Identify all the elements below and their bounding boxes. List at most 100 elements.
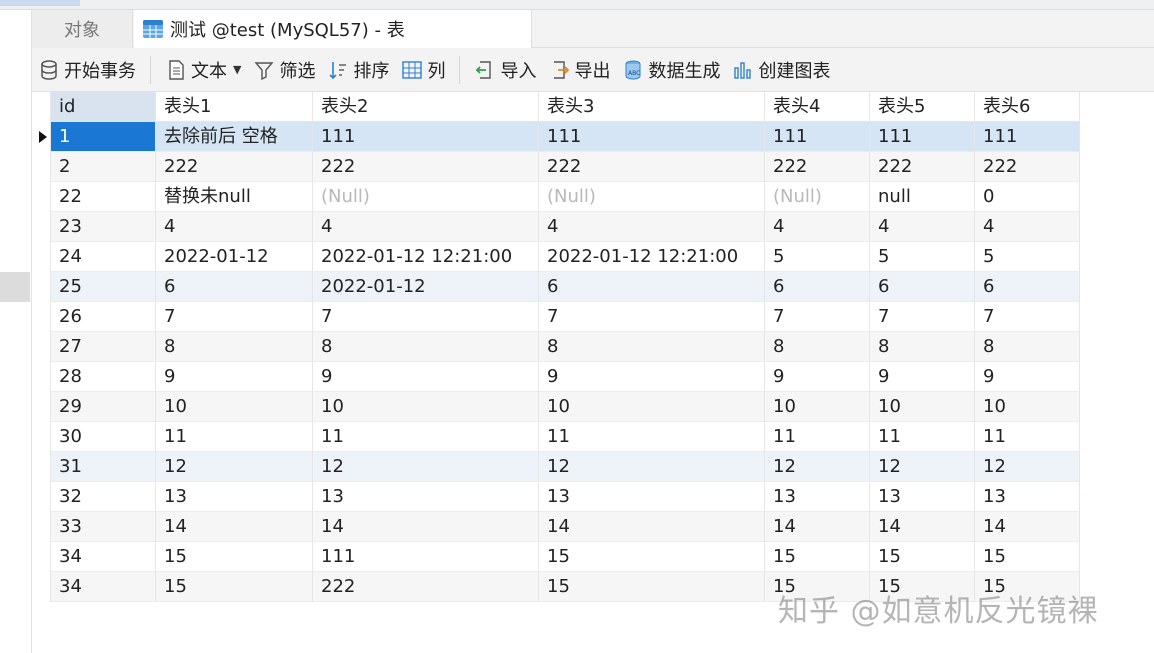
cell-id[interactable]: 32 <box>51 482 156 512</box>
table-cell[interactable]: 12 <box>975 452 1080 482</box>
cell-id[interactable]: 23 <box>51 212 156 242</box>
table-cell[interactable]: 222 <box>870 152 975 182</box>
table-row[interactable]: 30 11 11 11 11 11 11 <box>35 422 1080 452</box>
row-indicator[interactable] <box>35 242 51 272</box>
table-cell[interactable]: null <box>870 182 975 212</box>
cell-id[interactable]: 30 <box>51 422 156 452</box>
table-cell[interactable]: 13 <box>313 482 539 512</box>
table-cell[interactable]: 111 <box>539 122 765 152</box>
table-cell[interactable]: 4 <box>539 212 765 242</box>
table-cell[interactable]: 15 <box>870 542 975 572</box>
table-cell[interactable]: 8 <box>765 332 870 362</box>
table-cell[interactable]: 9 <box>765 362 870 392</box>
table-cell[interactable]: 10 <box>539 392 765 422</box>
row-indicator[interactable] <box>35 152 51 182</box>
column-header[interactable]: 表头3 <box>539 92 765 122</box>
table-row[interactable]: 31 12 12 12 12 12 12 <box>35 452 1080 482</box>
table-cell[interactable]: 4 <box>313 212 539 242</box>
row-indicator[interactable] <box>35 332 51 362</box>
table-cell[interactable]: 11 <box>156 422 313 452</box>
table-row[interactable]: 33 14 14 14 14 14 14 <box>35 512 1080 542</box>
table-cell[interactable]: 7 <box>765 302 870 332</box>
table-cell[interactable]: (Null) <box>765 182 870 212</box>
table-cell[interactable]: 222 <box>975 152 1080 182</box>
table-row[interactable]: 22 替换未null (Null) (Null) (Null) null 0 <box>35 182 1080 212</box>
import-button[interactable]: 导入 <box>468 53 542 87</box>
table-cell[interactable]: 5 <box>975 242 1080 272</box>
table-cell[interactable]: 10 <box>870 392 975 422</box>
cell-id[interactable]: 31 <box>51 452 156 482</box>
cell-id[interactable]: 28 <box>51 362 156 392</box>
row-indicator[interactable] <box>35 542 51 572</box>
table-cell[interactable]: 5 <box>870 242 975 272</box>
table-cell[interactable]: 2022-01-12 <box>313 272 539 302</box>
table-cell[interactable]: 14 <box>156 512 313 542</box>
table-cell[interactable]: 2022-01-12 12:21:00 <box>539 242 765 272</box>
row-indicator[interactable] <box>35 122 51 152</box>
cell-id[interactable]: 26 <box>51 302 156 332</box>
table-cell[interactable]: 12 <box>539 452 765 482</box>
table-cell[interactable]: 7 <box>539 302 765 332</box>
begin-transaction-button[interactable]: 开始事务 <box>32 53 142 87</box>
table-cell[interactable]: 222 <box>765 152 870 182</box>
table-cell[interactable]: 8 <box>313 332 539 362</box>
table-row[interactable]: 27 8 8 8 8 8 8 <box>35 332 1080 362</box>
table-cell[interactable]: 111 <box>870 122 975 152</box>
table-row[interactable]: 23 4 4 4 4 4 4 <box>35 212 1080 242</box>
table-cell[interactable]: 111 <box>313 122 539 152</box>
table-cell[interactable]: 6 <box>539 272 765 302</box>
table-cell[interactable]: 7 <box>156 302 313 332</box>
table-cell[interactable]: 12 <box>313 452 539 482</box>
table-cell[interactable]: 10 <box>313 392 539 422</box>
table-row[interactable]: 28 9 9 9 9 9 9 <box>35 362 1080 392</box>
table-cell[interactable]: 6 <box>975 272 1080 302</box>
cell-id[interactable]: 1 <box>51 122 156 152</box>
row-indicator[interactable] <box>35 182 51 212</box>
cell-id[interactable]: 2 <box>51 152 156 182</box>
row-indicator[interactable] <box>35 392 51 422</box>
row-indicator[interactable] <box>35 452 51 482</box>
table-cell[interactable]: 13 <box>870 482 975 512</box>
table-row[interactable]: 29 10 10 10 10 10 10 <box>35 392 1080 422</box>
table-cell[interactable]: 9 <box>870 362 975 392</box>
table-cell[interactable]: 4 <box>156 212 313 242</box>
table-cell[interactable]: 222 <box>539 152 765 182</box>
table-cell[interactable]: 111 <box>313 542 539 572</box>
table-row[interactable]: 26 7 7 7 7 7 7 <box>35 302 1080 332</box>
table-cell[interactable]: 7 <box>313 302 539 332</box>
row-indicator[interactable] <box>35 572 51 602</box>
table-cell[interactable]: 10 <box>975 392 1080 422</box>
table-cell[interactable]: 0 <box>975 182 1080 212</box>
table-cell[interactable]: 15 <box>975 542 1080 572</box>
table-cell[interactable]: 8 <box>156 332 313 362</box>
column-header[interactable]: 表头6 <box>975 92 1080 122</box>
cell-id[interactable]: 24 <box>51 242 156 272</box>
column-header[interactable]: 表头5 <box>870 92 975 122</box>
cell-id[interactable]: 22 <box>51 182 156 212</box>
filter-button[interactable]: 筛选 <box>247 53 321 87</box>
table-cell[interactable]: 15 <box>539 542 765 572</box>
table-cell[interactable]: 15 <box>156 542 313 572</box>
table-cell[interactable]: 10 <box>765 392 870 422</box>
table-row[interactable]: 1 去除前后 空格 111 111 111 111 111 <box>35 122 1080 152</box>
table-row[interactable]: 2 222 222 222 222 222 222 <box>35 152 1080 182</box>
table-row[interactable]: 32 13 13 13 13 13 13 <box>35 482 1080 512</box>
table-cell[interactable]: 11 <box>765 422 870 452</box>
table-cell[interactable]: 222 <box>156 152 313 182</box>
table-cell[interactable]: 15 <box>539 572 765 602</box>
column-header-id[interactable]: id <box>51 92 156 122</box>
data-generation-button[interactable]: ABC 数据生成 <box>616 53 726 87</box>
cell-id[interactable]: 34 <box>51 572 156 602</box>
table-cell[interactable]: 7 <box>975 302 1080 332</box>
table-cell[interactable]: 222 <box>313 572 539 602</box>
columns-button[interactable]: 列 <box>395 53 451 87</box>
table-row[interactable]: 34 15 111 15 15 15 15 <box>35 542 1080 572</box>
table-cell[interactable]: 6 <box>156 272 313 302</box>
table-cell[interactable]: 9 <box>539 362 765 392</box>
cell-id[interactable]: 34 <box>51 542 156 572</box>
table-cell[interactable]: 8 <box>539 332 765 362</box>
table-cell[interactable]: 15 <box>765 542 870 572</box>
table-cell[interactable]: 10 <box>156 392 313 422</box>
table-cell[interactable]: 8 <box>870 332 975 362</box>
table-cell[interactable]: 12 <box>156 452 313 482</box>
